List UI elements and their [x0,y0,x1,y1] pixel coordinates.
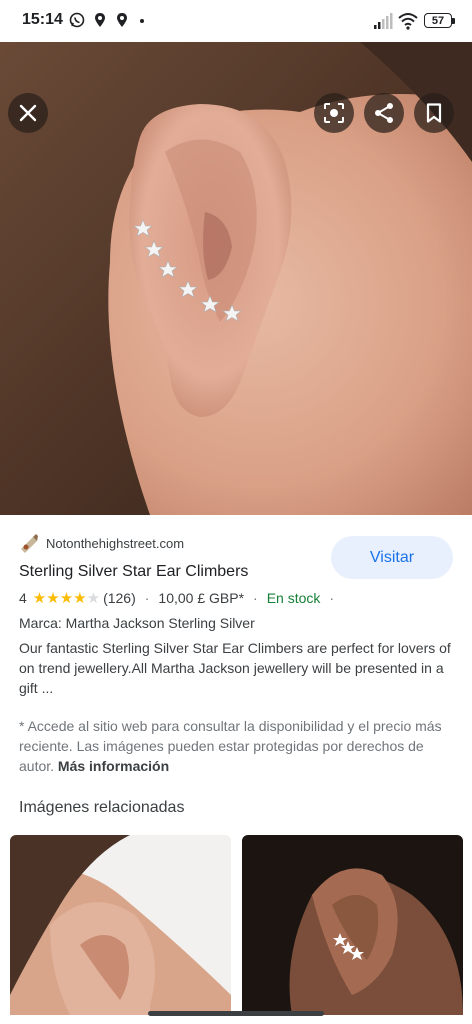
price: 10,00 £ GBP* [158,590,245,606]
share-icon [375,103,393,123]
location-icon-2 [117,13,127,27]
close-icon [19,104,37,122]
location-icon [95,13,105,27]
related-images-heading: Imágenes relacionadas [19,799,185,816]
separator-dot: · [253,590,258,606]
site-favicon-icon [21,534,38,553]
separator-dot: · [329,590,335,606]
availability-notice: * Accede al sitio web para consultar la … [19,716,459,776]
ear-thumbnail [10,835,231,1015]
battery-level: 57 [431,14,445,27]
rating-stars-icon: ★ ★ ★ ★ ★ [32,589,101,607]
signal-icon [374,13,393,29]
product-description: Our fantastic Sterling Silver Star Ear C… [19,640,451,696]
review-count: (126) [103,590,136,606]
source-domain[interactable]: Notonthehighstreet.com [46,536,184,551]
status-bar: 15:14 57 [0,0,472,42]
gesture-nav-bar[interactable] [148,1011,324,1016]
brand-line: Marca: Martha Jackson Sterling Silver [19,615,255,631]
close-button[interactable] [8,93,48,133]
lens-button[interactable] [314,93,354,133]
rating-value: 4 [19,590,27,606]
wifi-icon [398,13,418,30]
product-image[interactable] [0,42,472,515]
battery-tip [452,18,455,24]
separator-dot: · [144,590,150,606]
visit-button[interactable]: Visitar [331,536,453,579]
product-meta: 4 ★ ★ ★ ★ ★ (126) · 10,00 £ GBP* · En stock … [19,590,343,606]
whatsapp-icon [69,12,85,28]
status-time: 15:14 [22,11,63,28]
availability-status: En stock [266,590,321,606]
related-image-2[interactable] [242,835,463,1015]
ear-thumbnail [242,835,463,1015]
source-row[interactable]: Notonthehighstreet.com [19,533,184,553]
dot-icon [140,19,144,23]
related-image-1[interactable] [10,835,231,1015]
share-button[interactable] [364,93,404,133]
product-title[interactable]: Sterling Silver Star Ear Climbers [19,563,248,581]
battery-icon: 57 [424,13,452,28]
lens-icon [324,103,344,123]
bookmark-icon [426,103,442,123]
more-info-link[interactable]: Más información [58,758,169,774]
bookmark-button[interactable] [414,93,454,133]
